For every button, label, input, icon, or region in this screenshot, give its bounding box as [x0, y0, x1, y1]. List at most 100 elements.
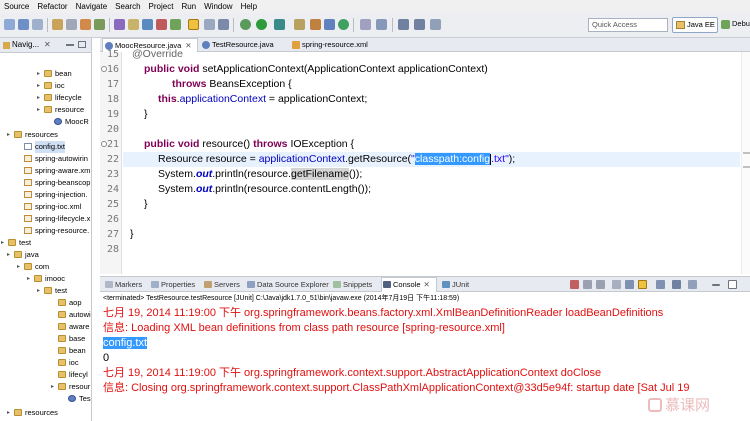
- navigator-item[interactable]: ▸ java: [0, 249, 91, 261]
- code-line-24[interactable]: System.out.println(resource.contentLengt…: [158, 182, 371, 197]
- expand-arrow-icon[interactable]: ▸: [51, 381, 54, 393]
- block-selection-icon[interactable]: [204, 19, 215, 30]
- navigator-item[interactable]: ▸ test: [0, 285, 91, 297]
- occurrence-marker[interactable]: [743, 166, 750, 168]
- save-all-icon[interactable]: [32, 19, 43, 30]
- close-icon[interactable]: ✕: [185, 41, 191, 50]
- show-whitespace-icon[interactable]: [170, 19, 181, 30]
- new-java-project-icon[interactable]: [310, 19, 321, 30]
- run-external-icon[interactable]: [274, 19, 285, 30]
- tab-servers[interactable]: Servers: [203, 278, 240, 291]
- display-console-icon[interactable]: [672, 280, 681, 289]
- perspective-java-ee-button[interactable]: Java EE: [672, 17, 718, 33]
- tab-test-resource[interactable]: TestResource.java: [200, 38, 290, 52]
- navigator-item[interactable]: ▸ imooc: [0, 273, 91, 285]
- quick-access-input[interactable]: Quick Access: [588, 18, 668, 32]
- navigator-item[interactable]: spring-resource.: [0, 225, 91, 237]
- build-icon[interactable]: [80, 19, 91, 30]
- maximize-icon[interactable]: [78, 41, 86, 48]
- code-line-25[interactable]: }: [144, 197, 148, 212]
- navigator-item[interactable]: ▸ bean: [0, 68, 91, 80]
- navigator-item[interactable]: lifecyl: [0, 369, 91, 381]
- prev-annotation-icon[interactable]: [156, 19, 167, 30]
- code-line-27[interactable]: }: [130, 227, 134, 242]
- search-icon[interactable]: [376, 19, 387, 30]
- menu-refactor[interactable]: Refactor: [33, 0, 71, 13]
- perspective-debug-button[interactable]: Debug: [720, 17, 750, 33]
- tab-data-source-explorer[interactable]: Data Source Explorer: [246, 278, 329, 291]
- expand-arrow-icon[interactable]: ▸: [37, 80, 40, 92]
- toggle-highlight-icon[interactable]: [188, 19, 199, 30]
- code-line-16[interactable]: public void setApplicationContext(Applic…: [144, 62, 488, 77]
- save-icon[interactable]: [18, 19, 29, 30]
- open-type-hierarchy-icon[interactable]: [360, 19, 371, 30]
- code-line-23[interactable]: System.out.println(resource.getFilename(…: [158, 167, 362, 182]
- last-edit-icon[interactable]: [430, 19, 441, 30]
- back-icon[interactable]: [398, 19, 409, 30]
- expand-arrow-icon[interactable]: ▸: [7, 407, 10, 419]
- navigator-item[interactable]: aware: [0, 321, 91, 333]
- expand-arrow-icon[interactable]: ▸: [37, 68, 40, 80]
- navigator-item[interactable]: ▸ resource: [0, 104, 91, 116]
- navigator-item[interactable]: spring-ioc.xml: [0, 201, 91, 213]
- tab-markers[interactable]: Markers: [104, 278, 142, 291]
- navigator-item[interactable]: ▸ resources: [0, 407, 91, 419]
- tab-properties[interactable]: Properties: [150, 278, 195, 291]
- expand-arrow-icon[interactable]: ▸: [27, 273, 30, 285]
- navigator-item[interactable]: ▸ lifecycle: [0, 92, 91, 104]
- code-line-15[interactable]: @Override: [132, 47, 183, 62]
- code-line-19[interactable]: }: [144, 107, 148, 122]
- task-icon[interactable]: [94, 19, 105, 30]
- overview-ruler[interactable]: [741, 52, 750, 274]
- close-icon[interactable]: ✕: [424, 280, 430, 289]
- clear-console-icon[interactable]: [612, 280, 621, 289]
- close-icon[interactable]: ✕: [44, 40, 51, 49]
- navigator-item[interactable]: spring-injection.: [0, 189, 91, 201]
- occurrence-marker[interactable]: [743, 152, 750, 154]
- code-line-18[interactable]: this.applicationContext = applicationCon…: [158, 92, 367, 107]
- annotation-icon[interactable]: [128, 19, 139, 30]
- menu-navigate[interactable]: Navigate: [72, 0, 112, 13]
- navigator-item[interactable]: spring-beanscop: [0, 177, 91, 189]
- code-line-17[interactable]: throws BeansException {: [172, 77, 292, 92]
- scroll-lock-icon[interactable]: [625, 280, 634, 289]
- maximize-icon[interactable]: [728, 280, 737, 289]
- navigator-item[interactable]: base: [0, 333, 91, 345]
- navigator-item[interactable]: spring-autowirin: [0, 153, 91, 165]
- navigator-tab[interactable]: Navig... ✕: [0, 38, 91, 53]
- expand-arrow-icon[interactable]: ▸: [17, 261, 20, 273]
- menu-run[interactable]: Run: [177, 0, 200, 13]
- minimize-icon[interactable]: [66, 44, 74, 46]
- fold-icon[interactable]: [101, 141, 107, 147]
- menu-search[interactable]: Search: [111, 0, 144, 13]
- navigator-item[interactable]: ioc: [0, 357, 91, 369]
- tab-snippets[interactable]: Snippets: [332, 278, 372, 291]
- expand-arrow-icon[interactable]: ▸: [37, 92, 40, 104]
- code-line-22[interactable]: Resource resource = applicationContext.g…: [123, 152, 740, 167]
- navigator-item[interactable]: ▸ resour: [0, 381, 91, 393]
- menu-project[interactable]: Project: [145, 0, 178, 13]
- run-icon[interactable]: [256, 19, 267, 30]
- tab-spring-resource-xml[interactable]: spring-resource.xml: [290, 38, 390, 52]
- open-type-icon[interactable]: [52, 19, 63, 30]
- remove-launch-icon[interactable]: [583, 280, 592, 289]
- fold-icon[interactable]: [101, 66, 107, 72]
- tab-console[interactable]: Console ✕: [381, 277, 437, 292]
- navigator-item[interactable]: spring-lifecycle.x: [0, 213, 91, 225]
- pin-console-icon[interactable]: [656, 280, 665, 289]
- new-package-icon[interactable]: [324, 19, 335, 30]
- pin-editor-icon[interactable]: [218, 19, 229, 30]
- new-class-icon[interactable]: [338, 19, 349, 30]
- expand-arrow-icon[interactable]: ▸: [7, 129, 10, 141]
- toggle-mark-icon[interactable]: [114, 19, 125, 30]
- navigator-item[interactable]: aop: [0, 297, 91, 309]
- forward-icon[interactable]: [414, 19, 425, 30]
- code-line-21[interactable]: public void resource() throws IOExceptio…: [144, 137, 354, 152]
- word-wrap-icon[interactable]: [638, 280, 647, 289]
- navigator-item[interactable]: MoocR: [0, 116, 91, 128]
- expand-arrow-icon[interactable]: ▸: [7, 249, 10, 261]
- navigator-item[interactable]: bean: [0, 345, 91, 357]
- navigator-item[interactable]: ▸ ioc: [0, 80, 91, 92]
- selected-output[interactable]: config.txt: [103, 337, 148, 349]
- navigator-item[interactable]: ▸ test: [0, 237, 91, 249]
